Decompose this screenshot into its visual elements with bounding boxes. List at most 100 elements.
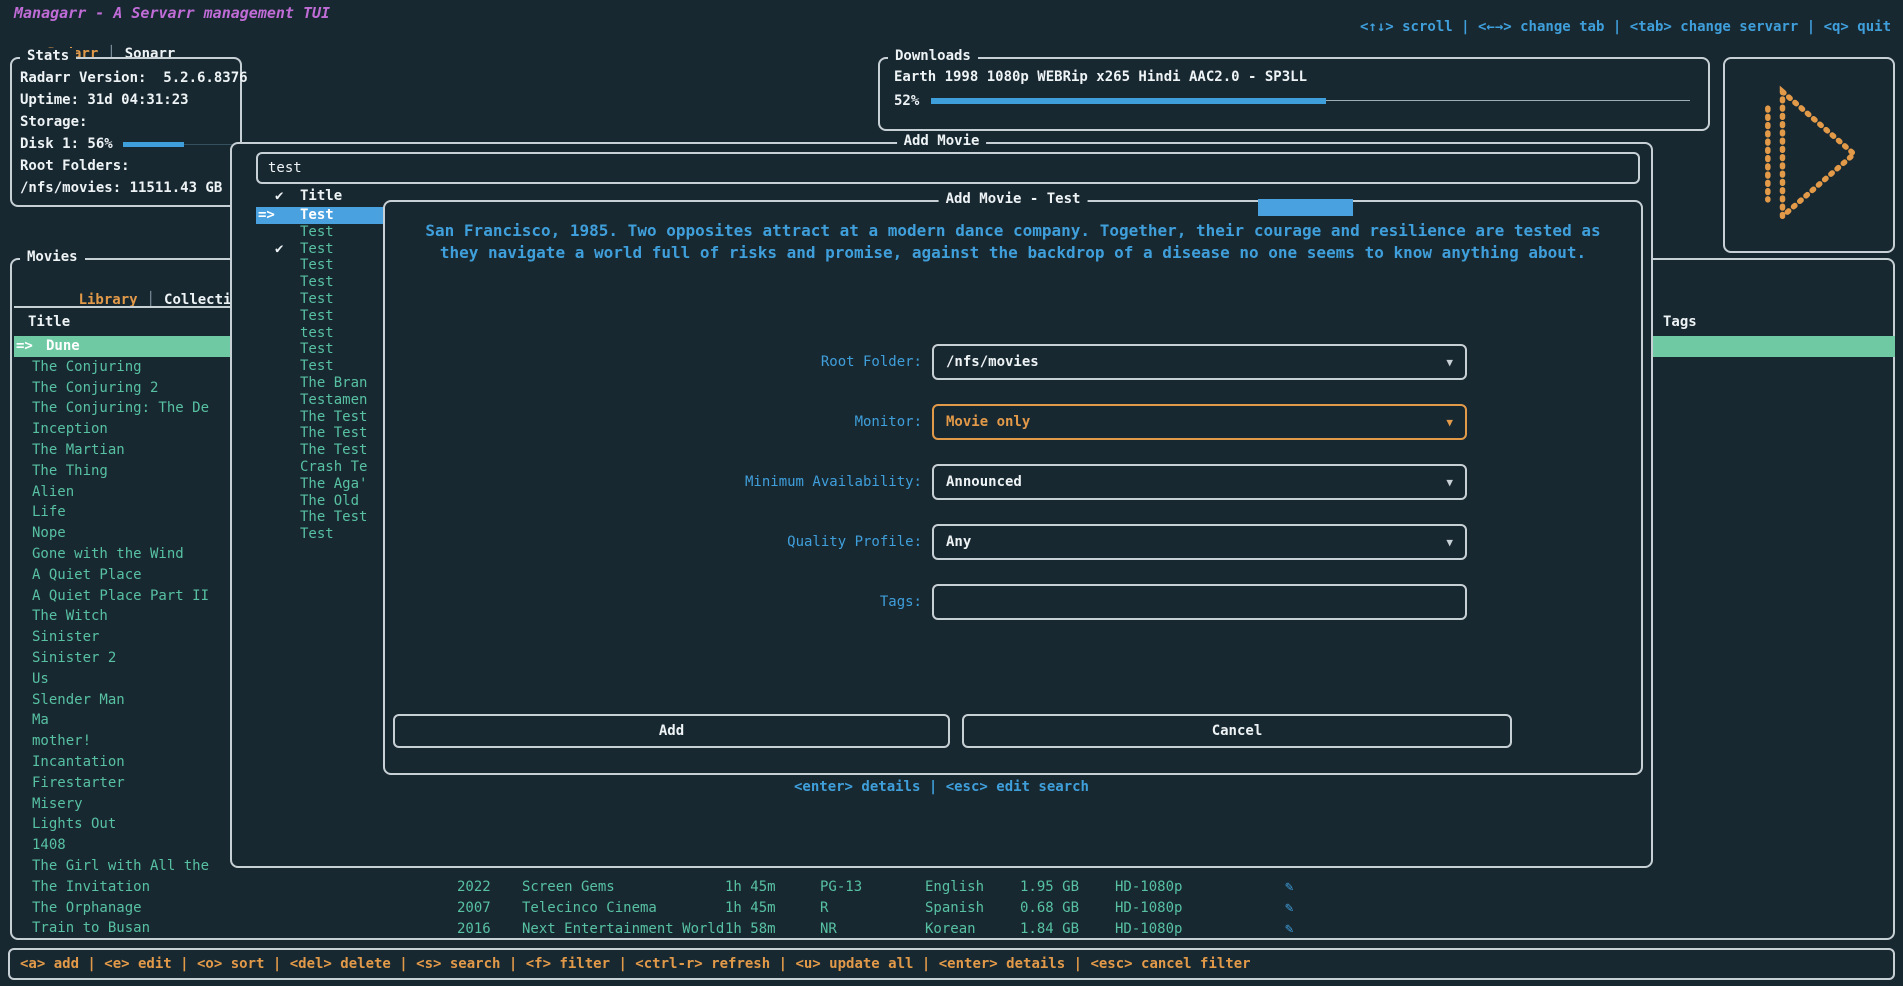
movie-title: A Quiet Place xyxy=(32,565,142,586)
uptime: Uptime: 31d 04:31:23 xyxy=(20,89,232,111)
result-title: Crash Te xyxy=(300,459,367,476)
modal-title: Add Movie - Test xyxy=(939,191,1088,207)
movie-search-input[interactable] xyxy=(258,154,1638,182)
movie-detail-row[interactable]: 2016 Next Entertainment World 1h 58m NR … xyxy=(14,919,1895,940)
field-control[interactable]: /nfs/movies ▼ xyxy=(932,344,1467,380)
disk-usage-label: Disk 1: 56% xyxy=(20,133,113,155)
result-title: Test xyxy=(300,207,334,224)
movie-detail-row[interactable]: 2022 Screen Gems 1h 45m PG-13 English 1.… xyxy=(14,877,1895,898)
field-control[interactable]: ▼ xyxy=(932,584,1467,620)
movie-size: 1.95 GB xyxy=(1020,877,1079,898)
edit-pencil-icon: ✎ xyxy=(1285,877,1293,898)
add-button[interactable]: Add xyxy=(393,714,950,748)
gauge-fill xyxy=(123,142,184,147)
field-control[interactable]: Movie only ▼ xyxy=(932,404,1467,440)
field-value: Any xyxy=(946,534,971,550)
result-title: The Test xyxy=(300,509,367,526)
movie-studio: Telecinco Cinema xyxy=(522,898,657,919)
movie-year: 2007 xyxy=(457,898,491,919)
movie-studio: Screen Gems xyxy=(522,877,615,898)
add-movie-panel-title: Add Movie xyxy=(897,133,987,149)
movie-runtime: 1h 45m xyxy=(725,877,776,898)
movie-quality: HD-1080p xyxy=(1115,919,1182,940)
movie-search-box xyxy=(256,152,1640,184)
movie-title: Incantation xyxy=(32,752,125,773)
result-title: Test xyxy=(300,526,334,543)
result-title: Test xyxy=(300,308,334,325)
result-title: Test xyxy=(300,224,334,241)
managarr-logo-icon xyxy=(1755,79,1865,229)
movie-rating: R xyxy=(820,898,828,919)
movie-title: Ma xyxy=(32,710,49,731)
movie-detail-row[interactable]: 2007 Telecinco Cinema 1h 45m R Spanish 0… xyxy=(14,898,1895,919)
field-label: Minimum Availability: xyxy=(385,464,922,500)
storage-label: Storage: xyxy=(20,111,232,133)
movie-title: Slender Man xyxy=(32,690,125,711)
field-control[interactable]: Any ▼ xyxy=(932,524,1467,560)
movie-rating: PG-13 xyxy=(820,877,862,898)
movie-runtime: 1h 45m xyxy=(725,898,776,919)
movie-title: Misery xyxy=(32,794,83,815)
form-field: Minimum Availability: Announced ▼ xyxy=(385,464,1641,500)
result-title: Testamen xyxy=(300,392,367,409)
chevron-down-icon: ▼ xyxy=(1446,416,1453,429)
movie-runtime: 1h 58m xyxy=(725,919,776,940)
field-value: /nfs/movies xyxy=(946,354,1039,370)
movie-quality: HD-1080p xyxy=(1115,877,1182,898)
downloads-body: Earth 1998 1080p WEBRip x265 Hindi AAC2.… xyxy=(880,59,1708,129)
result-title: The Test xyxy=(300,442,367,459)
movie-rating: NR xyxy=(820,919,837,940)
movie-size: 1.84 GB xyxy=(1020,919,1079,940)
result-title: Test xyxy=(300,291,334,308)
field-control[interactable]: Announced ▼ xyxy=(932,464,1467,500)
movie-quality: HD-1080p xyxy=(1115,898,1182,919)
movie-title: mother! xyxy=(32,731,91,752)
result-title: The Test xyxy=(300,409,367,426)
movie-year: 2016 xyxy=(457,919,491,940)
movies-panel-title: Movies xyxy=(20,249,85,265)
movie-title: 1408 xyxy=(32,835,66,856)
logo-panel xyxy=(1723,57,1895,253)
movie-size: 0.68 GB xyxy=(1020,898,1079,919)
field-value: Announced xyxy=(946,474,1022,490)
modal-form: Root Folder: /nfs/movies ▼ Monitor: Movi… xyxy=(385,344,1641,644)
result-title: The Bran xyxy=(300,375,367,392)
movie-title: The Thing xyxy=(32,461,108,482)
stats-body: Radarr Version: 5.2.6.8376 Uptime: 31d 0… xyxy=(12,59,240,205)
form-field: Root Folder: /nfs/movies ▼ xyxy=(385,344,1641,380)
added-check-icon: ✔ xyxy=(275,241,283,258)
movie-language: English xyxy=(925,877,984,898)
result-title: Test xyxy=(300,341,334,358)
selection-pointer-icon: => xyxy=(16,336,33,357)
movie-studio: Next Entertainment World xyxy=(522,919,724,940)
managarr-app: Movies Library│Collections│ Title Tags =… xyxy=(0,0,1903,986)
movie-title: Sinister xyxy=(32,627,99,648)
movie-title: The Conjuring: The De xyxy=(32,398,209,419)
field-label: Root Folder: xyxy=(385,344,922,380)
download-item-name: Earth 1998 1080p WEBRip x265 Hindi AAC2.… xyxy=(894,67,1694,87)
movie-title: The Conjuring xyxy=(32,357,142,378)
selection-pointer-icon: => xyxy=(258,207,275,224)
chevron-down-icon: ▼ xyxy=(1446,476,1453,489)
root-folder-value: /nfs/movies: 11511.43 GB xyxy=(20,177,232,199)
movie-detail-rows: 2022 Screen Gems 1h 45m PG-13 English 1.… xyxy=(14,877,1895,939)
movie-title: The Conjuring 2 xyxy=(32,378,158,399)
movie-title: Nope xyxy=(32,523,66,544)
movie-description: San Francisco, 1985. Two opposites attra… xyxy=(423,220,1603,264)
movie-title: Us xyxy=(32,669,49,690)
tags-column-header: Tags xyxy=(1663,314,1697,330)
movie-title: Dune xyxy=(46,336,80,357)
gauge-fill xyxy=(931,98,1326,104)
downloads-panel: Downloads Earth 1998 1080p WEBRip x265 H… xyxy=(878,57,1710,131)
field-label: Monitor: xyxy=(385,404,922,440)
cancel-button[interactable]: Cancel xyxy=(962,714,1512,748)
bottom-keybind-bar: <a> add | <e> edit | <o> sort | <del> de… xyxy=(8,948,1895,980)
result-title: test xyxy=(300,325,334,342)
stats-panel: Stats Radarr Version: 5.2.6.8376 Uptime:… xyxy=(10,57,242,207)
download-progress-row: 52% xyxy=(894,93,1694,109)
result-title: Test xyxy=(300,241,334,258)
movie-title: Gone with the Wind xyxy=(32,544,184,565)
movie-title: Sinister 2 xyxy=(32,648,116,669)
download-percent: 52% xyxy=(894,93,919,109)
field-value: Movie only xyxy=(946,414,1030,430)
